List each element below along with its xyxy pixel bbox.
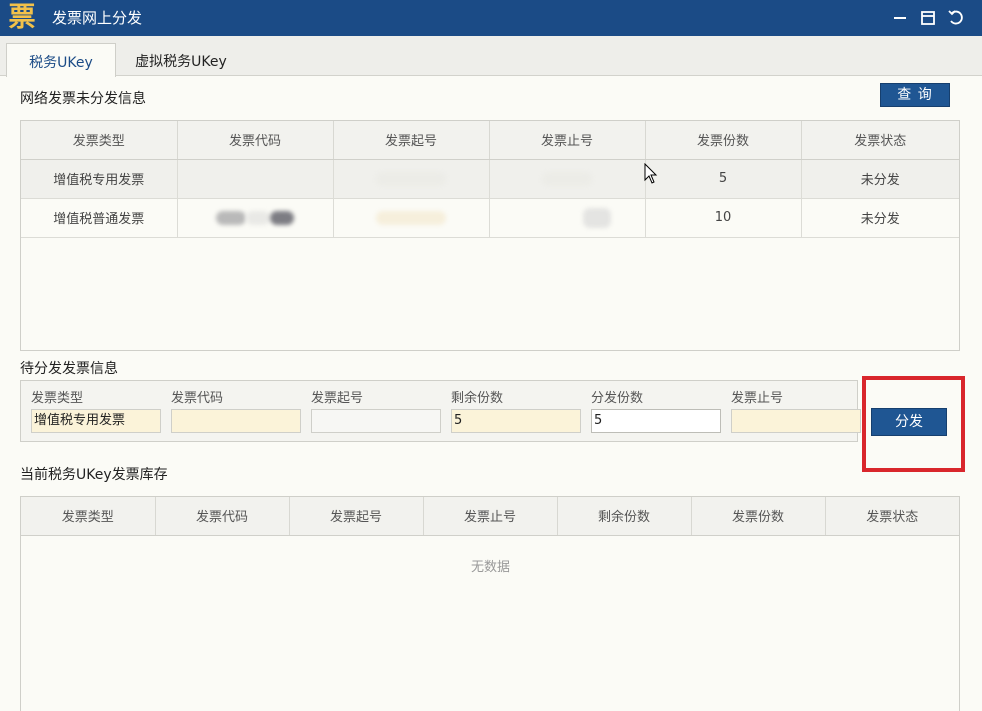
inventory-table: 发票类型 发票代码 发票起号 发票止号 剩余份数 发票份数 发票状态 xyxy=(20,496,960,711)
network-invoice-table: 发票类型 发票代码 发票起号 发票止号 发票份数 发票状态 增值税专用发票 5 … xyxy=(20,120,960,351)
network-section-title: 网络发票未分发信息 xyxy=(20,91,146,107)
highlight-box xyxy=(862,376,965,472)
end-number-field[interactable] xyxy=(731,409,861,433)
pending-form: 发票类型 增值税专用发票 发票代码 发票起号 剩余份数 5 分发份数 5 发票止… xyxy=(20,380,861,442)
cell-start-redacted xyxy=(333,159,490,199)
label-distribute-count: 分发份数 xyxy=(591,391,644,406)
cell-start-redacted xyxy=(333,198,490,238)
label-end: 发票止号 xyxy=(731,391,784,406)
column-header: 发票类型 xyxy=(21,497,156,536)
column-header: 发票份数 xyxy=(691,497,826,536)
title-bar: 票 发票网上分发 xyxy=(0,0,982,36)
cell-code-redacted xyxy=(177,198,334,238)
pending-section-title: 待分发发票信息 xyxy=(20,361,118,377)
type-field[interactable]: 增值税专用发票 xyxy=(31,409,161,433)
table-header-row: 发票类型 发票代码 发票起号 发票止号 发票份数 发票状态 xyxy=(21,121,959,160)
label-type: 发票类型 xyxy=(31,391,84,406)
column-header: 发票类型 xyxy=(21,121,178,160)
remaining-count-field[interactable]: 5 xyxy=(451,409,581,433)
cell-count: 5 xyxy=(645,159,802,199)
back-icon[interactable] xyxy=(945,7,967,29)
cell-count: 10 xyxy=(645,198,802,238)
column-header: 发票代码 xyxy=(155,497,290,536)
column-header: 发票止号 xyxy=(489,121,646,160)
column-header: 发票起号 xyxy=(333,121,490,160)
minimize-icon[interactable] xyxy=(889,7,911,29)
start-number-field[interactable] xyxy=(311,409,441,433)
label-start: 发票起号 xyxy=(311,391,364,406)
mouse-cursor-icon xyxy=(644,163,658,184)
cell-type: 增值税普通发票 xyxy=(21,198,178,238)
tab-tax-ukey[interactable]: 税务UKey xyxy=(6,43,116,77)
column-header: 发票止号 xyxy=(423,497,558,536)
app-ticket-icon: 票 xyxy=(8,2,36,33)
empty-data-text: 无数据 xyxy=(471,560,511,575)
column-header: 发票状态 xyxy=(825,497,959,536)
tab-bar: 税务UKey 虚拟税务UKey xyxy=(0,36,982,77)
column-header: 剩余份数 xyxy=(557,497,692,536)
table-row[interactable]: 增值税专用发票 5 未分发 xyxy=(21,159,959,199)
column-header: 发票代码 xyxy=(177,121,334,160)
code-field[interactable] xyxy=(171,409,301,433)
label-remaining: 剩余份数 xyxy=(451,391,504,406)
label-code: 发票代码 xyxy=(171,391,224,406)
column-header: 发票起号 xyxy=(289,497,424,536)
query-button[interactable]: 查 询 xyxy=(880,83,950,107)
cell-type: 增值税专用发票 xyxy=(21,159,178,199)
cell-code-redacted xyxy=(177,159,334,199)
table-row[interactable]: 增值税普通发票 10 未分发 xyxy=(21,198,959,238)
tab-virtual-tax-ukey[interactable]: 虚拟税务UKey xyxy=(126,43,236,77)
cell-status: 未分发 xyxy=(801,198,959,238)
inventory-section-title: 当前税务UKey发票库存 xyxy=(20,467,168,483)
window-title: 发票网上分发 xyxy=(52,9,143,27)
table-header-row: 发票类型 发票代码 发票起号 发票止号 剩余份数 发票份数 发票状态 xyxy=(21,497,959,536)
cell-end-redacted xyxy=(489,159,646,199)
column-header: 发票状态 xyxy=(801,121,959,160)
maximize-icon[interactable] xyxy=(917,7,939,29)
cell-status: 未分发 xyxy=(801,159,959,199)
distribute-count-field[interactable]: 5 xyxy=(591,409,721,433)
column-header: 发票份数 xyxy=(645,121,802,160)
cell-end-redacted xyxy=(489,198,646,238)
